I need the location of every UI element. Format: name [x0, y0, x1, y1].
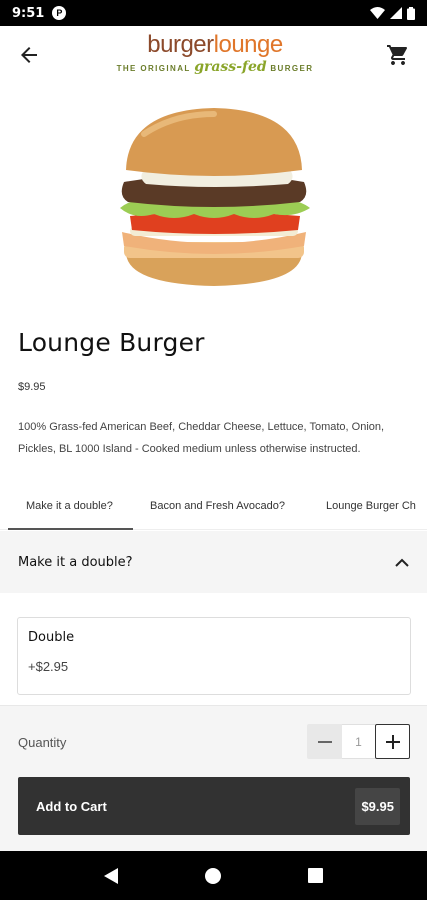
signal-icon: [390, 7, 402, 19]
logo-tag-post: BURGER: [270, 64, 314, 73]
logo-word-burger: burger: [147, 31, 214, 58]
burger-illustration: [119, 108, 310, 286]
order-panel: Quantity 1 Add to Cart $9.95: [0, 705, 427, 851]
quantity-value: 1: [342, 724, 375, 759]
minus-icon: [317, 740, 332, 743]
product-image: [0, 84, 427, 314]
plus-icon: [385, 734, 400, 749]
logo-wordmark: burgerlounge: [112, 30, 318, 60]
section-header-label: Make it a double?: [18, 554, 133, 570]
nav-home-icon: [205, 867, 222, 884]
status-bar: 9:51 P: [0, 0, 427, 26]
wifi-icon: [370, 7, 385, 19]
add-to-cart-price: $9.95: [355, 787, 400, 825]
cart-button[interactable]: [383, 40, 413, 70]
status-time: 9:51: [12, 5, 45, 21]
back-arrow-icon: [21, 47, 37, 63]
nav-recents-button[interactable]: [296, 856, 336, 896]
product-title: Lounge Burger: [18, 328, 205, 357]
quantity-stepper: 1: [307, 724, 410, 759]
increment-button[interactable]: [375, 724, 410, 759]
decrement-button[interactable]: [307, 724, 342, 759]
logo-tag-mid: grass-fed: [194, 59, 267, 75]
logo-word-lounge: lounge: [213, 31, 284, 58]
product-description: 100% Grass-fed American Beef, Cheddar Ch…: [18, 421, 385, 455]
tab-make-it-double[interactable]: Make it a double?: [26, 482, 113, 529]
modifier-tabs: Make it a double? Bacon and Fresh Avocad…: [0, 482, 427, 530]
brand-logo: burgerlounge THE ORIGINAL grass-fed BURG…: [112, 30, 318, 80]
product-price: $9.95: [18, 381, 46, 393]
tab-bacon-avocado[interactable]: Bacon and Fresh Avocado?: [150, 482, 285, 529]
battery-icon: [407, 6, 415, 20]
nav-home-button[interactable]: [193, 856, 233, 896]
add-to-cart-button[interactable]: Add to Cart $9.95: [18, 777, 410, 835]
option-name: Double: [28, 630, 75, 645]
logo-tagline: THE ORIGINAL grass-fed BURGER: [112, 60, 318, 76]
add-to-cart-label: Add to Cart: [36, 798, 107, 814]
status-icons: [370, 6, 415, 20]
tab-lounge-burger-cheese[interactable]: Lounge Burger Ch: [326, 482, 416, 529]
nav-back-icon: [104, 867, 119, 884]
nav-back-button[interactable]: [91, 856, 131, 896]
system-nav-bar: [0, 851, 427, 900]
app-notification-icon: P: [52, 6, 67, 20]
cart-icon: [387, 45, 408, 65]
back-button[interactable]: [14, 40, 44, 70]
chevron-up-icon: [395, 558, 409, 567]
tab-active-indicator: [8, 528, 133, 530]
nav-recents-icon: [308, 868, 324, 883]
app-bar: burgerlounge THE ORIGINAL grass-fed BURG…: [0, 26, 427, 84]
option-double[interactable]: Double +$2.95: [17, 617, 411, 695]
quantity-label: Quantity: [18, 735, 67, 750]
option-price: +$2.95: [28, 659, 69, 674]
logo-tag-pre: THE ORIGINAL: [116, 64, 191, 73]
section-header-make-it-double[interactable]: Make it a double?: [0, 531, 427, 593]
